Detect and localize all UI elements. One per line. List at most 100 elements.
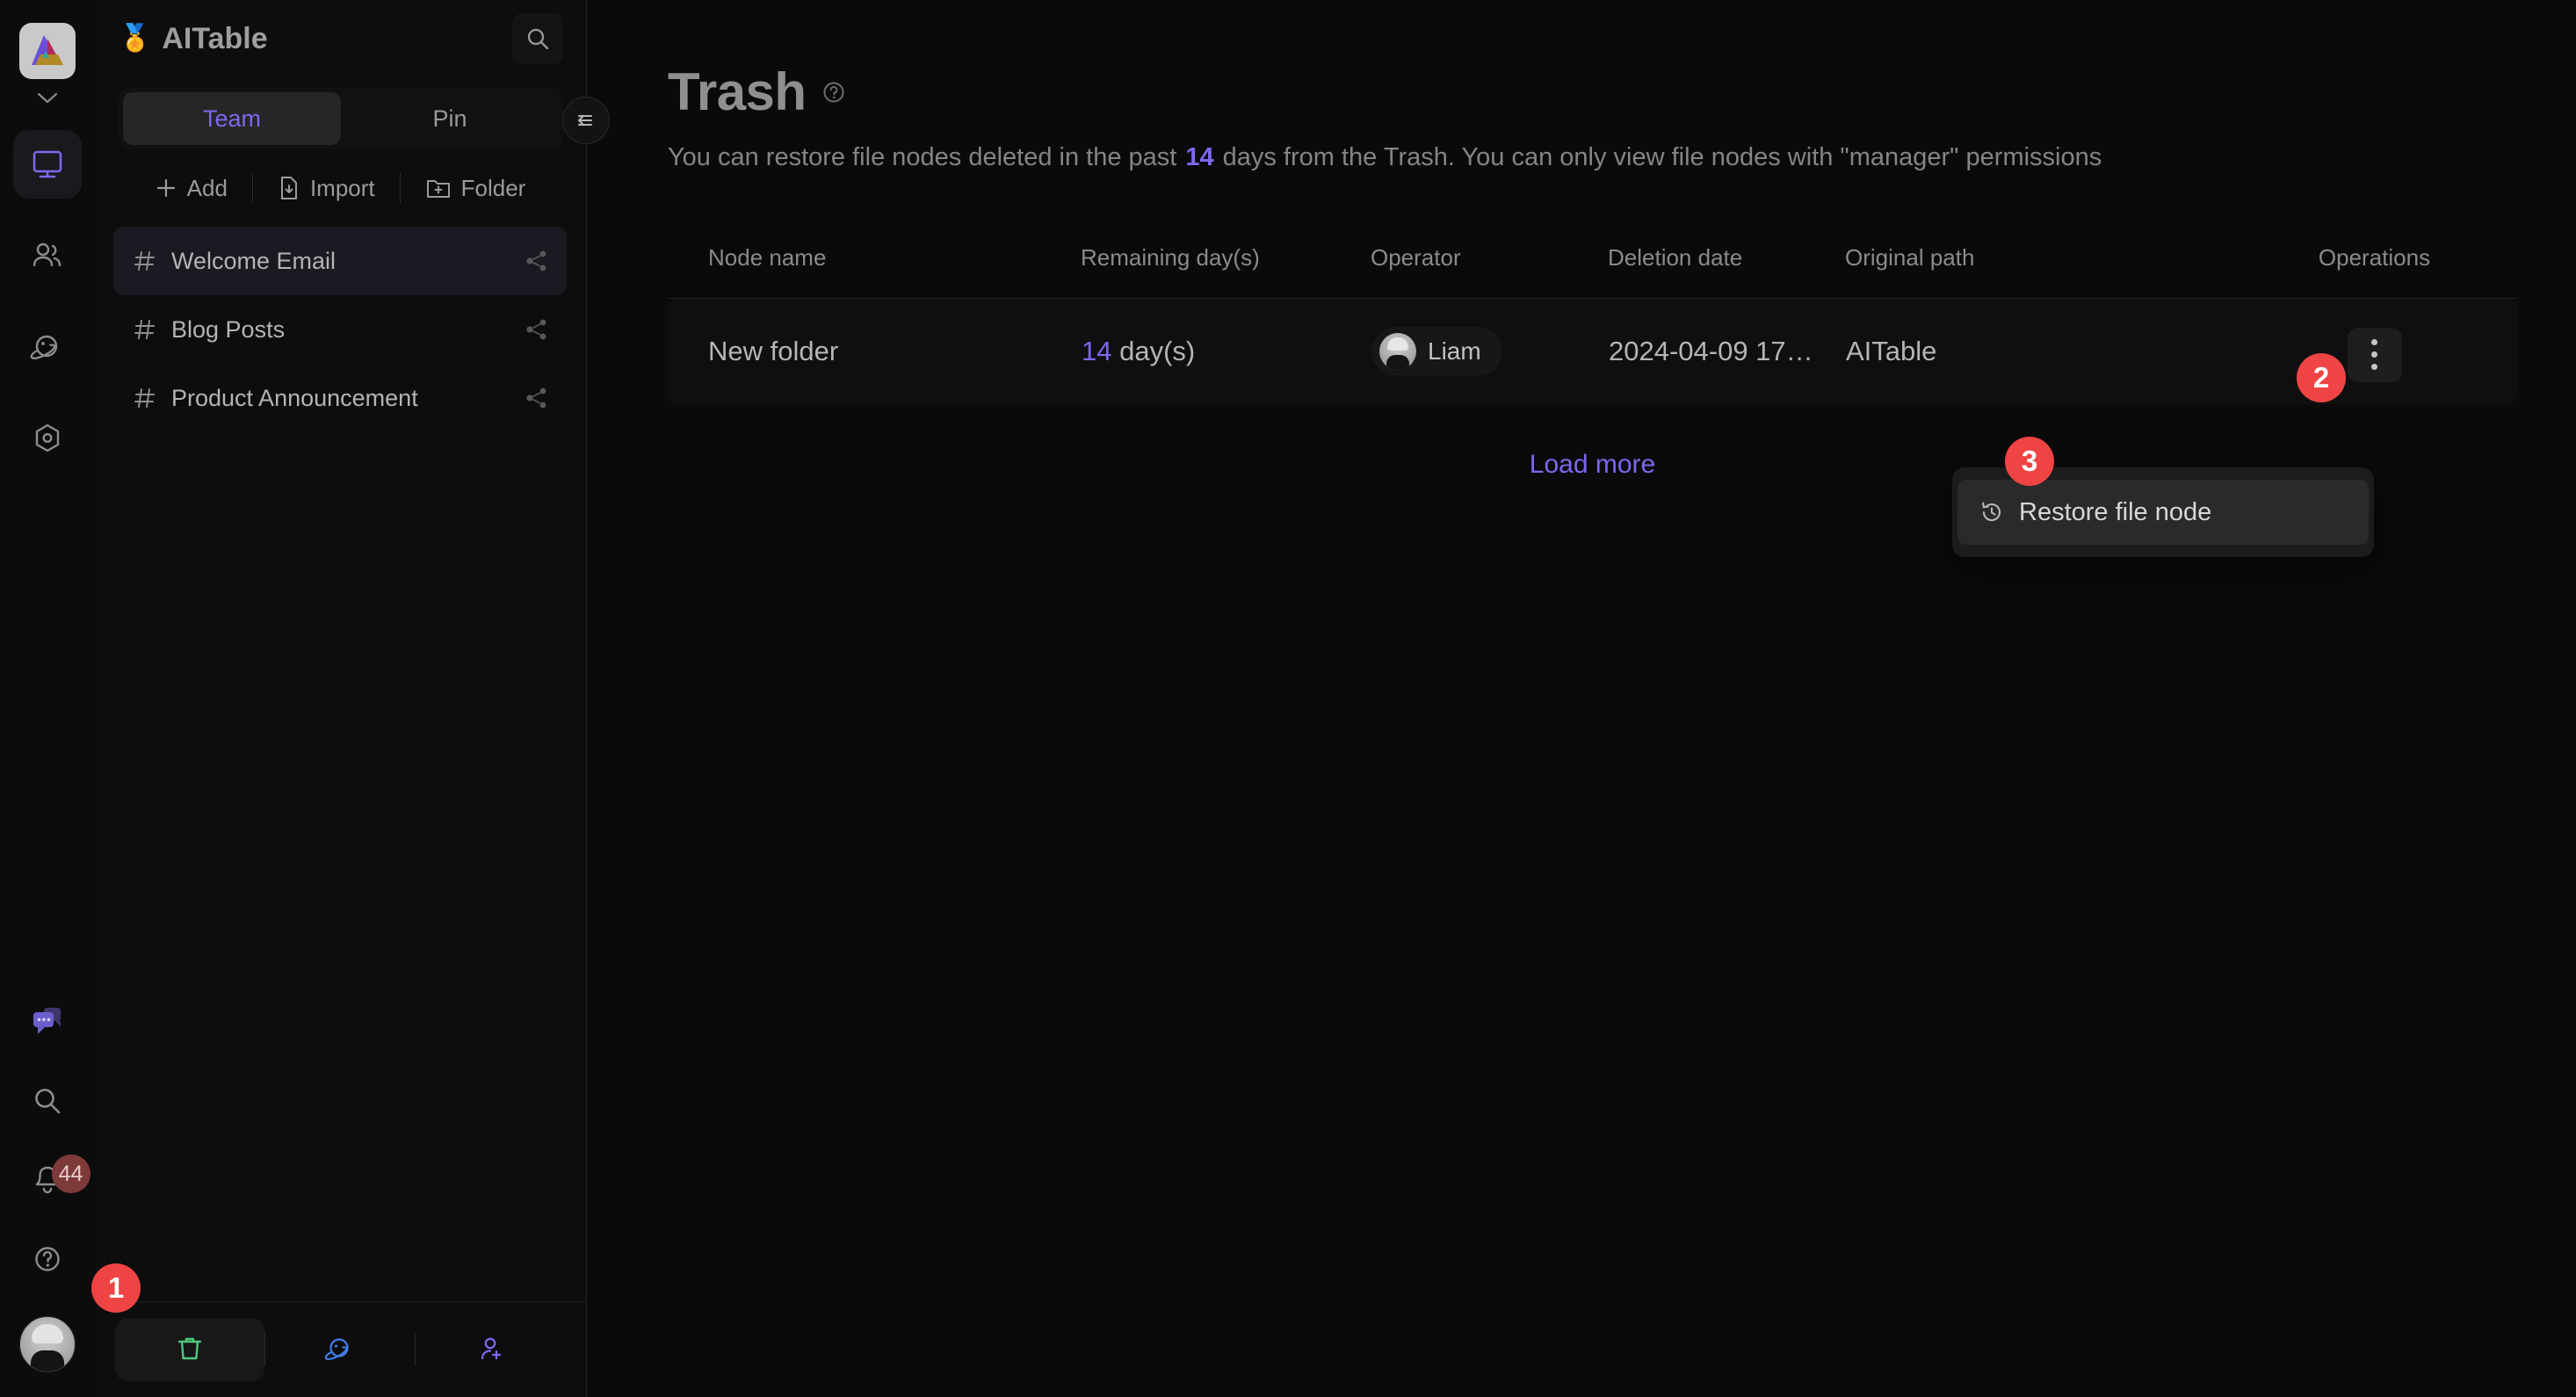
space-switcher-chevron-icon[interactable]: [33, 88, 62, 107]
plus-icon: [155, 177, 177, 199]
panel-search-button[interactable]: [512, 13, 563, 64]
cell-deletion-date: 2024-04-09 17…: [1609, 336, 1813, 366]
node-item-product-announcement[interactable]: Product Announcement: [113, 364, 567, 432]
tab-team[interactable]: Team: [123, 92, 341, 145]
column-header-node-name: Node name: [668, 244, 1081, 299]
app-logo[interactable]: [18, 23, 76, 79]
node-item-blog-posts[interactable]: Blog Posts: [113, 295, 567, 364]
trash-table: Node name Remaining day(s) Operator Dele…: [668, 244, 2517, 404]
search-icon: [34, 1089, 60, 1114]
rail-item-members[interactable]: [13, 221, 82, 290]
table-row[interactable]: New folder 14 day(s) Liam 2024-04-09 17……: [668, 298, 2517, 405]
operator-name: Liam: [1428, 337, 1481, 365]
folder-button-label: Folder: [460, 174, 526, 201]
cell-remaining-days: 14 day(s): [1081, 299, 1371, 405]
column-header-deletion-date: Deletion date: [1608, 244, 1845, 299]
main-content: Trash You can restore file nodes deleted…: [587, 0, 2576, 1397]
page-description-suffix: days from the Trash. You can only view f…: [1222, 143, 2102, 171]
question-circle-icon: [34, 1247, 60, 1271]
panel-actions: Add Import Folder: [115, 149, 565, 227]
step-badge-3: 3: [2005, 437, 2054, 486]
cell-operator: Liam: [1371, 299, 1608, 405]
page-description: You can restore file nodes deleted in th…: [668, 143, 2523, 172]
avatar: [1379, 332, 1416, 370]
node-list: Welcome Email Blog Posts Product Announc…: [94, 227, 586, 432]
kebab-menu-icon[interactable]: [2347, 327, 2402, 382]
kebab-dot: [2371, 339, 2377, 346]
hash-icon: [133, 249, 157, 273]
hash-icon: [133, 317, 157, 342]
space-name[interactable]: 🏅 AITable: [119, 22, 512, 56]
step-badge-1: 1: [91, 1263, 141, 1313]
left-icon-rail: 44: [0, 0, 94, 1397]
rail-item-templates[interactable]: [13, 404, 82, 473]
page-description-prefix: You can restore file nodes deleted in th…: [668, 143, 1177, 171]
tab-pin[interactable]: Pin: [341, 92, 559, 145]
search-icon: [527, 28, 549, 50]
page-title-label: Trash: [668, 62, 807, 121]
bottom-tab-space[interactable]: [265, 1318, 415, 1381]
app-window: 44 🏅 AITable Team Pin Add Import Folder …: [0, 0, 2576, 1397]
cell-node-name: New folder: [708, 336, 839, 366]
trash-icon: [177, 1337, 202, 1360]
rail-item-workbench[interactable]: [12, 130, 82, 199]
trash-table-body: New folder 14 day(s) Liam 2024-04-09 17……: [668, 298, 2517, 405]
users-icon: [33, 242, 61, 267]
planet-icon: [324, 1338, 349, 1361]
rail-item-notifications[interactable]: 44: [13, 1146, 90, 1214]
share-icon[interactable]: [525, 317, 549, 342]
node-item-welcome-email[interactable]: Welcome Email: [113, 227, 567, 295]
import-button-label: Import: [309, 174, 375, 201]
rail-bottom-group: 44: [13, 977, 90, 1397]
bottom-tab-invite[interactable]: [416, 1318, 565, 1381]
bottom-tab-trash[interactable]: [115, 1318, 264, 1381]
question-circle-icon[interactable]: [821, 79, 847, 105]
column-header-remaining-days: Remaining day(s): [1081, 244, 1371, 299]
rail-item-search[interactable]: [13, 1067, 82, 1135]
panel-bottom-bar: [94, 1301, 586, 1397]
share-icon[interactable]: [525, 386, 549, 410]
page-description-days: 14: [1185, 143, 1214, 171]
kebab-dot: [2371, 364, 2377, 371]
node-item-label: Welcome Email: [171, 247, 336, 274]
rail-item-space[interactable]: [13, 313, 82, 381]
node-item-label: Product Announcement: [171, 384, 418, 411]
restore-icon: [1979, 499, 2005, 525]
share-icon[interactable]: [525, 249, 549, 273]
import-button[interactable]: Import: [253, 170, 400, 206]
user-plus-icon: [481, 1337, 502, 1360]
space-name-label: AITable: [162, 21, 268, 55]
notification-count-badge: 44: [51, 1155, 90, 1193]
user-avatar[interactable]: [18, 1316, 76, 1372]
remaining-days-unit: day(s): [1119, 336, 1196, 366]
planet-icon: [30, 335, 57, 359]
page-title: Trash: [668, 62, 2523, 122]
folder-button[interactable]: Folder: [401, 170, 551, 206]
chat-bubbles-icon: [33, 1008, 61, 1034]
rail-item-chat[interactable]: [13, 988, 82, 1056]
collapse-panel-icon: [578, 115, 592, 126]
folder-plus-icon: [425, 177, 452, 199]
node-item-label: Blog Posts: [171, 315, 286, 343]
cell-original-path: AITable: [1846, 336, 1937, 366]
step-badge-2: 2: [2297, 353, 2346, 402]
menu-item-label: Restore file node: [2019, 497, 2212, 526]
monitor-icon: [33, 150, 62, 178]
kebab-dot: [2371, 351, 2377, 358]
hexagon-icon: [35, 423, 59, 452]
cell-operations: [2232, 299, 2517, 405]
side-panel: 🏅 AITable Team Pin Add Import Folder Wel…: [94, 0, 587, 1397]
hash-icon: [133, 386, 157, 410]
collapse-panel-button[interactable]: [562, 97, 610, 144]
column-header-operator: Operator: [1371, 244, 1608, 299]
trash-table-header: Node name Remaining day(s) Operator Dele…: [668, 244, 2517, 299]
add-button[interactable]: Add: [130, 170, 252, 206]
menu-item-restore-file-node[interactable]: Restore file node: [1957, 480, 2369, 545]
remaining-days-number: 14: [1082, 336, 1112, 366]
space-badge-icon: 🏅: [119, 24, 152, 53]
rail-item-help[interactable]: [13, 1225, 82, 1293]
panel-header: 🏅 AITable: [94, 0, 586, 77]
operator-chip: Liam: [1371, 326, 1502, 376]
panel-tabs: Team Pin: [119, 88, 563, 149]
file-import-icon: [278, 176, 300, 200]
